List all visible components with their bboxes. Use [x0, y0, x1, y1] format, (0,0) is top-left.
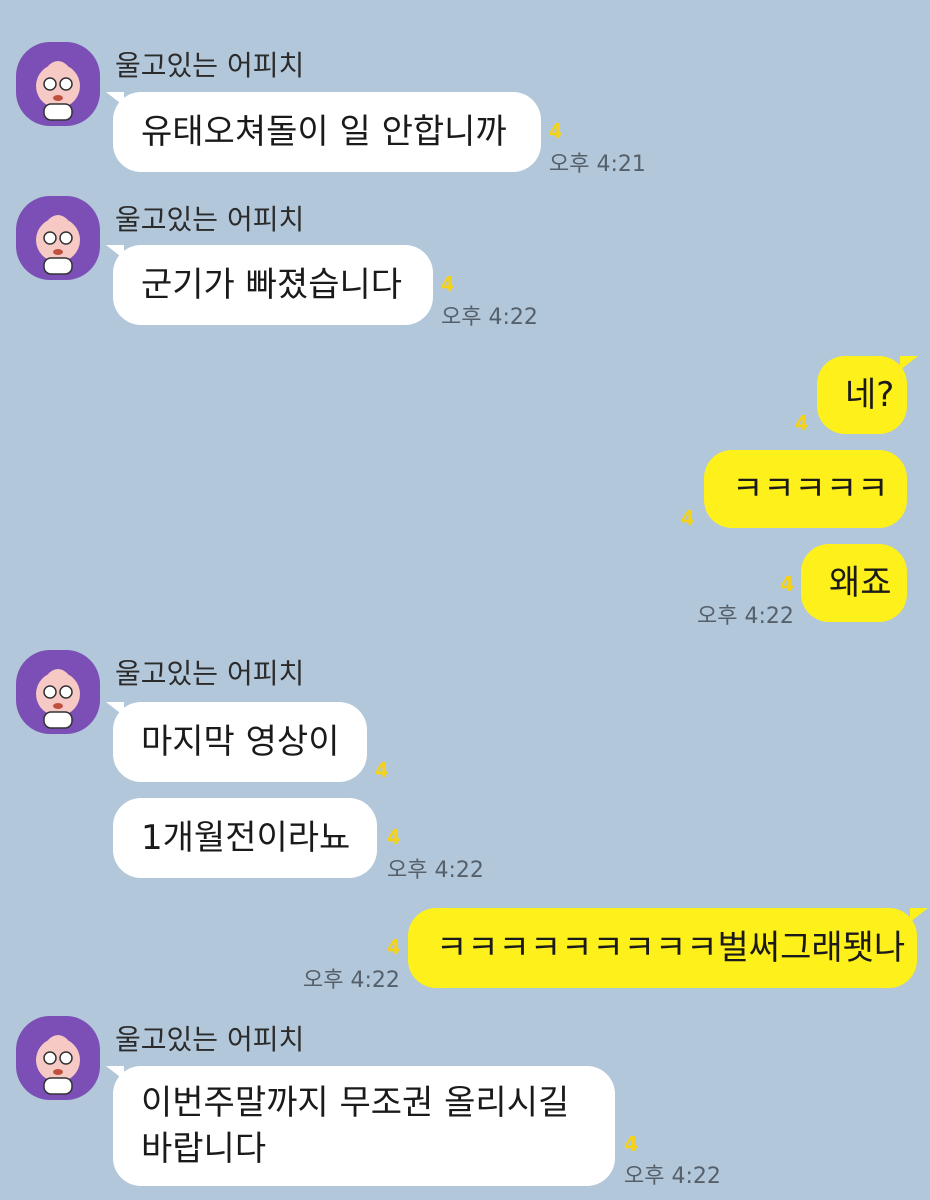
unread-count: 4 — [624, 1132, 638, 1156]
message-time: 오후 4:22 — [697, 604, 794, 629]
sender-name: 울고있는 어피치 — [115, 1023, 305, 1056]
sender-name: 울고있는 어피치 — [115, 49, 305, 82]
message-bubble[interactable]: 마지막 영상이 — [113, 702, 367, 782]
message-time: 오후 4:22 — [303, 968, 400, 993]
message-bubble[interactable]: ㅋㅋㅋㅋㅋ — [704, 450, 907, 528]
crying-apeach-icon — [36, 1035, 80, 1095]
crying-apeach-icon — [36, 669, 80, 729]
apeach-avatar[interactable] — [16, 1016, 100, 1100]
bubble-tail — [900, 356, 918, 370]
message-text: 1개월전이라뇨 — [141, 818, 351, 858]
message-time: 오후 4:22 — [387, 858, 484, 883]
unread-count: 4 — [795, 411, 809, 435]
message-text: ㅋㅋㅋㅋㅋㅋㅋㅋㅋ벌써그래됏나 — [436, 928, 906, 968]
message-text: ㅋㅋㅋㅋㅋ — [732, 469, 889, 509]
unread-count: 4 — [441, 272, 455, 296]
message-bubble[interactable]: 왜죠 — [801, 544, 907, 622]
unread-count: 4 — [375, 758, 389, 782]
message-bubble[interactable]: 군기가 빠졌습니다 — [113, 245, 433, 325]
apeach-avatar[interactable] — [16, 650, 100, 734]
unread-count: 4 — [549, 119, 563, 143]
crying-apeach-icon — [36, 215, 80, 275]
bubble-tail — [910, 908, 928, 922]
sender-name: 울고있는 어피치 — [115, 203, 305, 236]
message-time: 오후 4:21 — [549, 152, 646, 177]
apeach-avatar[interactable] — [16, 42, 100, 126]
message-bubble[interactable]: 네? — [817, 356, 907, 434]
unread-count: 4 — [387, 825, 401, 849]
message-text: 군기가 빠졌습니다 — [141, 265, 403, 305]
message-bubble[interactable]: ㅋㅋㅋㅋㅋㅋㅋㅋㅋ벌써그래됏나 — [408, 908, 917, 988]
message-text: 마지막 영상이 — [141, 722, 340, 762]
message-text: 네? — [845, 375, 895, 415]
message-text: 이번주말까지 무조권 올리시길 바랍니다 — [141, 1083, 570, 1169]
chat-room: 울고있는 어피치 유태오쳐돌이 일 안합니까 4 오후 4:21 울고있는 어피… — [0, 0, 930, 1200]
message-bubble[interactable]: 이번주말까지 무조권 올리시길 바랍니다 — [113, 1066, 615, 1186]
crying-apeach-icon — [36, 61, 80, 121]
unread-count: 4 — [387, 935, 401, 959]
message-text: 유태오쳐돌이 일 안합니까 — [141, 112, 507, 152]
message-text: 왜죠 — [829, 563, 892, 603]
message-bubble[interactable]: 1개월전이라뇨 — [113, 798, 377, 878]
message-time: 오후 4:22 — [624, 1164, 721, 1189]
sender-name: 울고있는 어피치 — [115, 657, 305, 690]
message-time: 오후 4:22 — [441, 305, 538, 330]
unread-count: 4 — [681, 506, 695, 530]
message-bubble[interactable]: 유태오쳐돌이 일 안합니까 — [113, 92, 541, 172]
apeach-avatar[interactable] — [16, 196, 100, 280]
unread-count: 4 — [780, 572, 794, 596]
